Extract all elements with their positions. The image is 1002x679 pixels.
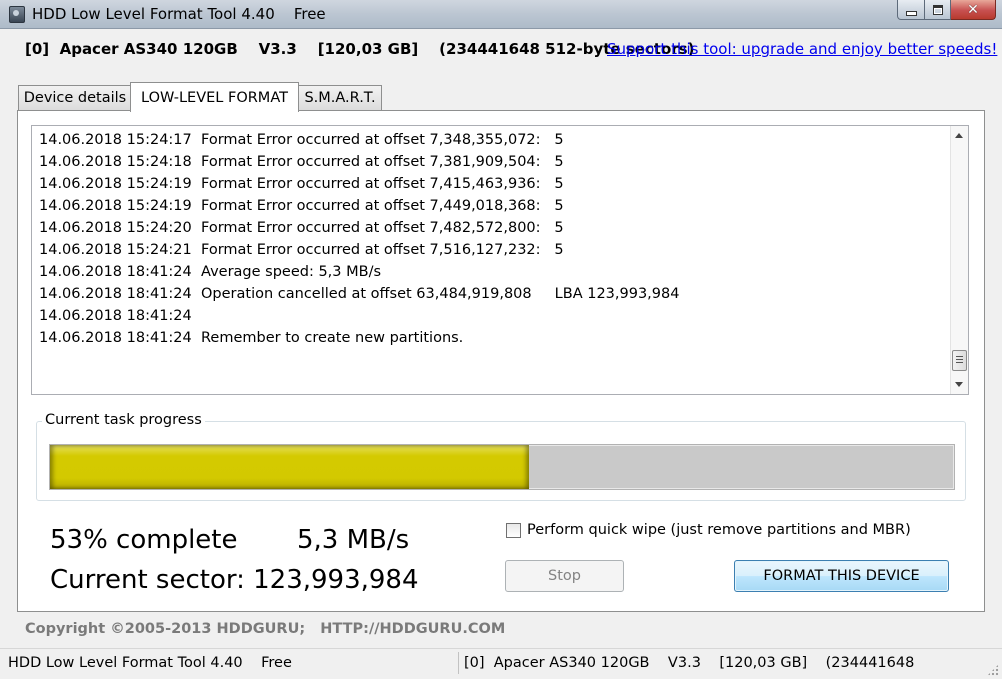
status-bar: HDD Low Level Format Tool 4.40 Free [0] … [0, 648, 1002, 679]
status-device-info: [0] Apacer AS340 120GB V3.3 [120,03 GB] … [458, 652, 914, 674]
log-scrollbar[interactable] [950, 126, 968, 394]
log-entry-message: Operation cancelled at offset 63,484,919… [201, 286, 680, 302]
log-entry: 14.06.2018 18:41:24 Operation cancelled a… [39, 283, 679, 305]
log-entry-message: Format Error occurred at offset 7,449,01… [201, 198, 564, 214]
log-entry-time: 14.06.2018 18:41:24 [39, 308, 192, 324]
current-sector: Current sector: 123,993,984 [50, 565, 419, 595]
log-entry-time: 14.06.2018 18:41:24 [39, 330, 192, 346]
maximize-button[interactable] [925, 0, 951, 20]
log-list[interactable]: 14.06.2018 15:24:17 Format Error occurred… [31, 125, 969, 395]
tab-low-level-format[interactable]: LOW-LEVEL FORMAT [130, 82, 299, 112]
log-entry-message: Format Error occurred at offset 7,415,46… [201, 176, 564, 192]
log-entry: 14.06.2018 15:24:18 Format Error occurred… [39, 151, 679, 173]
log-entry-message: Format Error occurred at offset 7,381,90… [201, 154, 564, 170]
window-title: HDD Low Level Format Tool 4.40 Free [32, 5, 326, 23]
log-entry-time: 14.06.2018 15:24:21 [39, 242, 192, 258]
scroll-thumb[interactable] [952, 350, 967, 371]
log-entry-time: 14.06.2018 15:24:19 [39, 198, 192, 214]
scroll-up-arrow-icon[interactable] [955, 133, 963, 138]
log-entry: 14.06.2018 18:41:24 Average speed: 5,3 MB… [39, 261, 679, 283]
quick-wipe-checkbox[interactable] [506, 522, 521, 538]
progress-group: Current task progress [36, 412, 966, 501]
tab-smart[interactable]: S.M.A.R.T. [298, 85, 382, 110]
log-entry-time: 14.06.2018 18:41:24 [39, 264, 192, 280]
log-entry-message: Format Error occurred at offset 7,482,57… [201, 220, 564, 236]
tab-device-details[interactable]: Device details [18, 85, 132, 110]
status-app-info: HDD Low Level Format Tool 4.40 Free [8, 655, 292, 671]
progress-bar [49, 444, 955, 490]
log-entry-time: 14.06.2018 15:24:19 [39, 176, 192, 192]
log-entry-message: Remember to create new partitions. [201, 330, 464, 346]
window-controls: ✕ [897, 0, 996, 20]
log-entry: 14.06.2018 15:24:20 Format Error occurred… [39, 217, 679, 239]
log-entry: 14.06.2018 15:24:19 Format Error occurred… [39, 195, 679, 217]
log-entry-time: 14.06.2018 15:24:18 [39, 154, 192, 170]
log-entry-message: Format Error occurred at offset 7,516,12… [201, 242, 564, 258]
quick-wipe-option[interactable]: Perform quick wipe (just remove partitio… [506, 522, 911, 538]
close-button[interactable]: ✕ [951, 0, 996, 20]
grip-line [956, 356, 963, 357]
log-lines: 14.06.2018 15:24:17 Format Error occurred… [39, 129, 679, 349]
log-entry: 14.06.2018 18:41:24 Remember to create ne… [39, 327, 679, 349]
log-entry-time: 14.06.2018 15:24:20 [39, 220, 192, 236]
device-summary: [0] Apacer AS340 120GB V3.3 [120,03 GB] … [25, 40, 695, 58]
stop-button[interactable]: Stop [505, 560, 624, 592]
log-entry-time: 14.06.2018 18:41:24 [39, 286, 192, 302]
log-entry: 14.06.2018 15:24:21 Format Error occurred… [39, 239, 679, 261]
log-entry: 14.06.2018 18:41:24 [39, 305, 679, 327]
grip-line [956, 362, 963, 363]
log-entry-message: Average speed: 5,3 MB/s [201, 264, 382, 280]
close-icon: ✕ [967, 1, 979, 18]
minimize-icon [905, 10, 917, 16]
log-entry: 14.06.2018 15:24:19 Format Error occurred… [39, 173, 679, 195]
log-entry-message: Format Error occurred at offset 7,348,35… [201, 132, 564, 148]
title-bar: HDD Low Level Format Tool 4.40 Free ✕ [0, 0, 1002, 29]
progress-group-label: Current task progress [42, 412, 205, 428]
current-speed: 5,3 MB/s [297, 525, 410, 555]
log-entry: 14.06.2018 15:24:17 Format Error occurred… [39, 129, 679, 151]
resize-grip-icon[interactable] [987, 664, 999, 676]
quick-wipe-label: Perform quick wipe (just remove partitio… [527, 522, 911, 538]
maximize-icon [932, 4, 943, 15]
app-icon [9, 6, 25, 23]
percent-complete: 53% complete [50, 525, 238, 555]
grip-line [956, 359, 963, 360]
low-level-format-panel: 14.06.2018 15:24:17 Format Error occurred… [17, 110, 985, 612]
progress-bar-fill [50, 445, 530, 489]
support-link[interactable]: Support this tool: upgrade and enjoy bet… [607, 40, 997, 58]
minimize-button[interactable] [897, 0, 925, 20]
format-device-button[interactable]: FORMAT THIS DEVICE [734, 560, 949, 592]
copyright-text: Copyright ©2005-2013 HDDGURU; HTTP://HDD… [25, 621, 506, 637]
scroll-down-arrow-icon[interactable] [955, 382, 963, 387]
log-entry-time: 14.06.2018 15:24:17 [39, 132, 192, 148]
